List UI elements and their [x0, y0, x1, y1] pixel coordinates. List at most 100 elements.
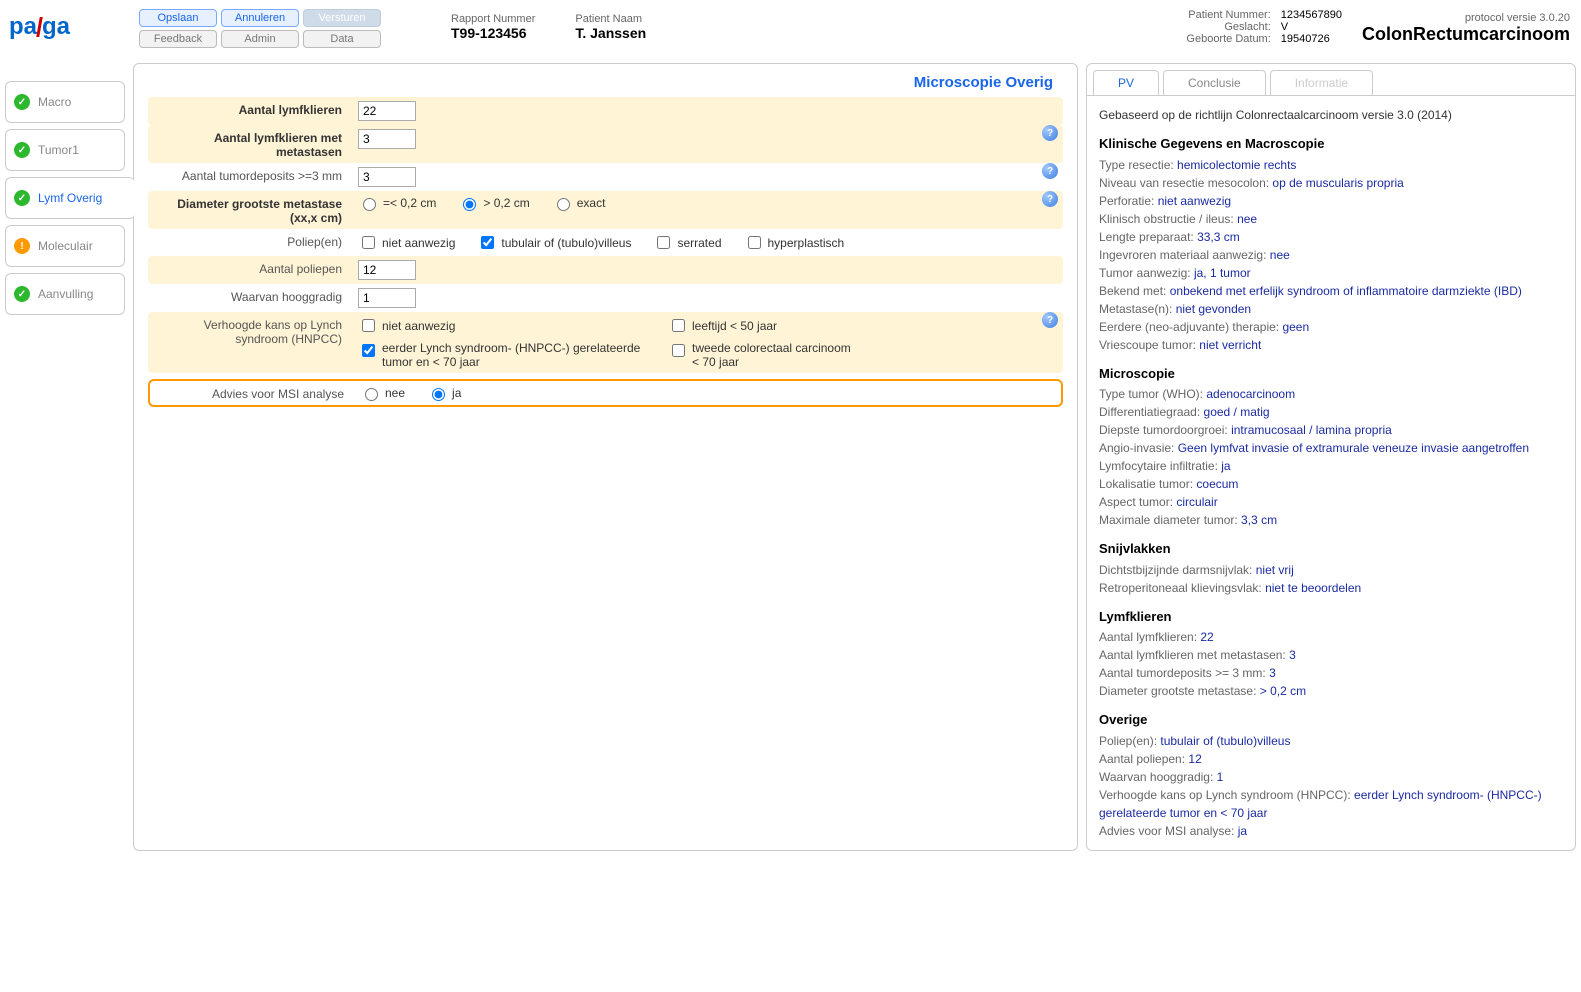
nav-aanvulling[interactable]: ✓ Aanvulling	[5, 273, 125, 315]
report-s2: Type tumor (WHO): adenocarcinoomDifferen…	[1099, 385, 1563, 529]
diameter-opt-a[interactable]	[363, 198, 376, 211]
protocol-version: protocol versie 3.0.20	[1465, 12, 1570, 24]
report-row: Retroperitoneaal klievingsvlak: niet te …	[1099, 579, 1563, 597]
poliep-opt-b[interactable]	[481, 236, 494, 249]
report-s3: Dichtstbijzijnde darmsnijvlak: niet vrij…	[1099, 561, 1563, 597]
hooggradig-input[interactable]	[358, 288, 416, 308]
msi-label: Advies voor MSI analyse	[150, 381, 352, 405]
nav-label: Macro	[38, 95, 71, 109]
report-row: Aantal tumordeposits >= 3 mm: 3	[1099, 664, 1563, 682]
logo: paga	[5, 5, 113, 56]
aantal-lymf-met-label: Aantal lymfklieren met metastasen	[148, 125, 350, 163]
lynch-opt-b[interactable]	[672, 319, 685, 332]
aantal-lymf-label: Aantal lymfklieren	[148, 97, 350, 121]
aantal-poliep-input[interactable]	[358, 260, 416, 280]
poliep-opt-b-label: tubulair of (tubulo)villeus	[501, 236, 631, 250]
nav-macro[interactable]: ✓ Macro	[5, 81, 125, 123]
diameter-opt-c[interactable]	[557, 198, 570, 211]
tumordeposits-label: Aantal tumordeposits >=3 mm	[148, 163, 350, 187]
versturen-button[interactable]: Versturen	[303, 9, 381, 27]
geslacht-value: V	[1281, 21, 1342, 33]
nav-label: Moleculair	[38, 239, 93, 253]
lynch-opt-a[interactable]	[362, 319, 375, 332]
poliep-opt-a[interactable]	[362, 236, 375, 249]
report-row: Dichtstbijzijnde darmsnijvlak: niet vrij	[1099, 561, 1563, 579]
rapport-label: Rapport Nummer	[451, 13, 535, 25]
tab-conclusie[interactable]: Conclusie	[1163, 70, 1266, 95]
poliep-opt-d-label: hyperplastisch	[768, 236, 845, 250]
data-button[interactable]: Data	[303, 30, 381, 48]
report-s5-title: Overige	[1099, 710, 1563, 730]
report-row: Metastase(n): niet gevonden	[1099, 300, 1563, 318]
geslacht-label: Geslacht:	[1186, 21, 1270, 33]
report-row: Bekend met: onbekend met erfelijk syndro…	[1099, 282, 1563, 300]
aantal-lymf-met-input[interactable]	[358, 129, 416, 149]
report-s3-title: Snijvlakken	[1099, 539, 1563, 559]
tab-informatie[interactable]: Informatie	[1270, 70, 1373, 95]
aantal-poliep-label: Aantal poliepen	[148, 256, 350, 280]
report-row: Niveau van resectie mesocolon: op de mus…	[1099, 174, 1563, 192]
check-icon: ✓	[14, 286, 30, 302]
admin-button[interactable]: Admin	[221, 30, 299, 48]
report-row: Diameter grootste metastase: > 0,2 cm	[1099, 682, 1563, 700]
report-row: Type tumor (WHO): adenocarcinoom	[1099, 385, 1563, 403]
patientnr-label: Patient Nummer:	[1186, 9, 1270, 21]
nav-tumor1[interactable]: ✓ Tumor1	[5, 129, 125, 171]
patientnr-value: 1234567890	[1281, 9, 1342, 21]
lynch-label: Verhoogde kans op Lynch syndroom (HNPCC)	[148, 312, 350, 350]
poliep-opt-a-label: niet aanwezig	[382, 236, 455, 250]
help-icon[interactable]: ?	[1042, 312, 1058, 328]
help-icon[interactable]: ?	[1042, 163, 1058, 179]
diameter-label: Diameter grootste metastase (xx,x cm)	[148, 191, 350, 229]
msi-opt-ja[interactable]	[432, 388, 445, 401]
annuleren-button[interactable]: Annuleren	[221, 9, 299, 27]
poliep-opt-c[interactable]	[657, 236, 670, 249]
lynch-opt-c-label: eerder Lynch syndroom- (HNPCC-) gerelate…	[382, 341, 642, 369]
report-s4-title: Lymfklieren	[1099, 607, 1563, 627]
lynch-opt-d-label: tweede colorectaal carcinoom < 70 jaar	[692, 341, 852, 369]
tab-pv[interactable]: PV	[1093, 70, 1159, 96]
report-row: Differentiatiegraad: goed / matig	[1099, 403, 1563, 421]
nav-lymf-overig[interactable]: ✓ Lymf Overig	[5, 177, 135, 219]
report-row: Lengte preparaat: 33,3 cm	[1099, 228, 1563, 246]
lynch-opt-d[interactable]	[672, 344, 685, 357]
warn-icon: !	[14, 238, 30, 254]
report-s2-title: Microscopie	[1099, 364, 1563, 384]
tumordeposits-input[interactable]	[358, 167, 416, 187]
diameter-opt-b[interactable]	[463, 198, 476, 211]
report-s4: Aantal lymfklieren: 22Aantal lymfklieren…	[1099, 628, 1563, 700]
report-row: Aantal lymfklieren: 22	[1099, 628, 1563, 646]
msi-opt-ja-label: ja	[452, 386, 461, 400]
feedback-button[interactable]: Feedback	[139, 30, 217, 48]
poliep-opt-d[interactable]	[748, 236, 761, 249]
help-icon[interactable]: ?	[1042, 191, 1058, 207]
msi-opt-nee[interactable]	[365, 388, 378, 401]
report-intro: Gebaseerd op de richtlijn Colonrectaalca…	[1099, 106, 1563, 124]
hooggradig-label: Waarvan hooggradig	[148, 284, 350, 308]
nav-moleculair[interactable]: ! Moleculair	[5, 225, 125, 267]
patient-naam-block: Patient Naam T. Janssen	[575, 13, 646, 41]
report-row: Poliep(en): tubulair of (tubulo)villeus	[1099, 732, 1563, 750]
report-row: Klinisch obstructie / ileus: nee	[1099, 210, 1563, 228]
patient-label: Patient Naam	[575, 13, 646, 25]
nav-label: Aanvulling	[38, 287, 93, 301]
rapport-value: T99-123456	[451, 25, 535, 41]
report-row: Verhoogde kans op Lynch syndroom (HNPCC)…	[1099, 786, 1563, 822]
report-s1-title: Klinische Gegevens en Macroscopie	[1099, 134, 1563, 154]
poliep-opt-c-label: serrated	[677, 236, 721, 250]
poliep-label: Poliep(en)	[148, 229, 350, 253]
aantal-lymf-input[interactable]	[358, 101, 416, 121]
check-icon: ✓	[14, 190, 30, 206]
report-row: Type resectie: hemicolectomie rechts	[1099, 156, 1563, 174]
report-content: Gebaseerd op de richtlijn Colonrectaalca…	[1087, 95, 1575, 850]
lynch-opt-c[interactable]	[362, 344, 375, 357]
report-row: Tumor aanwezig: ja, 1 tumor	[1099, 264, 1563, 282]
diameter-opt-a-label: =< 0,2 cm	[383, 196, 436, 210]
report-row: Lymfocytaire infiltratie: ja	[1099, 457, 1563, 475]
report-row: Eerdere (neo-adjuvante) therapie: geen	[1099, 318, 1563, 336]
report-row: Ingevroren materiaal aanwezig: nee	[1099, 246, 1563, 264]
report-s5: Poliep(en): tubulair of (tubulo)villeusA…	[1099, 732, 1563, 840]
opslaan-button[interactable]: Opslaan	[139, 9, 217, 27]
help-icon[interactable]: ?	[1042, 125, 1058, 141]
nav-label: Tumor1	[38, 143, 79, 157]
